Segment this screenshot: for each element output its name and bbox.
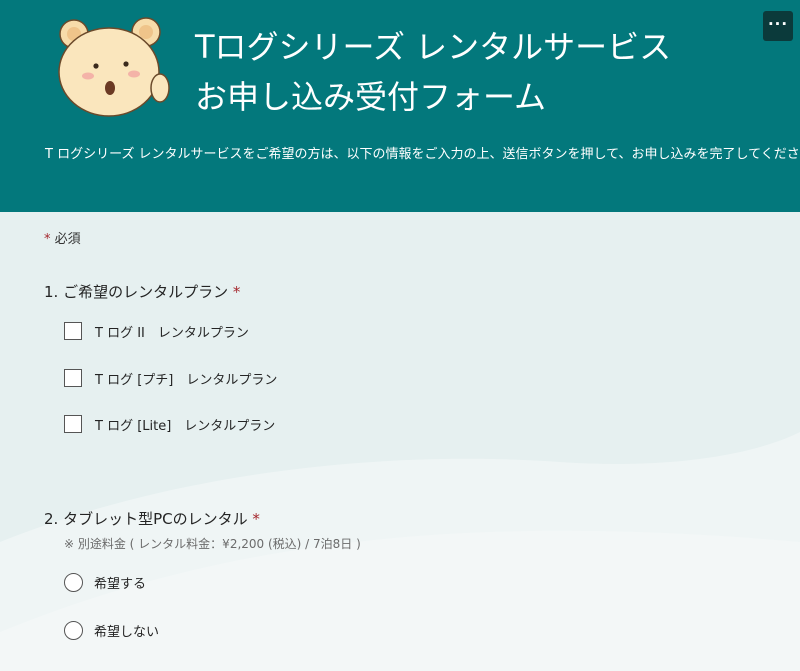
option-label: T ログ II レンタルプラン <box>95 325 249 341</box>
option-label: 希望しない <box>94 624 160 640</box>
tablet-option-not-want[interactable]: 希望しない <box>64 619 159 641</box>
form-header: Tログシリーズ レンタルサービス お申し込み受付フォーム T ログシリーズ レン… <box>0 0 800 212</box>
plan-option-t-log-lite[interactable]: T ログ [Lite] レンタルプラン <box>64 413 275 435</box>
plan-option-t-log-petit[interactable]: T ログ [プチ] レンタルプラン <box>64 367 277 389</box>
question-1-required-star: * <box>232 283 241 301</box>
question-2-text: 2. タブレット型PCのレンタル <box>44 510 248 528</box>
bear-logo <box>58 17 170 117</box>
checkbox[interactable] <box>64 369 82 387</box>
form-title-line1: Tログシリーズ レンタルサービス <box>195 28 672 66</box>
checkbox[interactable] <box>64 415 82 433</box>
question-1-text: 1. ご希望のレンタルプラン <box>44 283 229 301</box>
form-description: T ログシリーズ レンタルサービスをご希望の方は、以下の情報をご入力の上、送信ボ… <box>45 147 800 162</box>
radio-button[interactable] <box>64 620 83 640</box>
question-2-title: 2. タブレット型PCのレンタル * <box>44 508 260 530</box>
more-options-button[interactable]: ··· <box>763 11 793 41</box>
required-star: * <box>44 232 51 247</box>
required-label: 必須 <box>54 232 81 247</box>
question-2-required-star: * <box>252 510 260 528</box>
question-2-hint: ※ 別途料金 ( レンタル料金：¥2,200 (税込) / 7泊8日 ) <box>64 537 361 551</box>
checkbox[interactable] <box>64 322 82 340</box>
form-page: Tログシリーズ レンタルサービス お申し込み受付フォーム T ログシリーズ レン… <box>0 0 800 671</box>
option-label: T ログ [Lite] レンタルプラン <box>95 418 276 434</box>
form-title: Tログシリーズ レンタルサービス お申し込み受付フォーム <box>195 22 671 122</box>
required-note: * 必須 <box>44 230 81 250</box>
question-1-title: 1. ご希望のレンタルプラン * <box>44 281 240 303</box>
form-title-line2: お申し込み受付フォーム <box>195 78 547 116</box>
tablet-option-want[interactable]: 希望する <box>64 571 146 593</box>
option-label: T ログ [プチ] レンタルプラン <box>95 372 278 388</box>
plan-option-t-log-2[interactable]: T ログ II レンタルプラン <box>64 320 249 342</box>
option-label: 希望する <box>94 576 147 592</box>
radio-button[interactable] <box>64 572 83 592</box>
